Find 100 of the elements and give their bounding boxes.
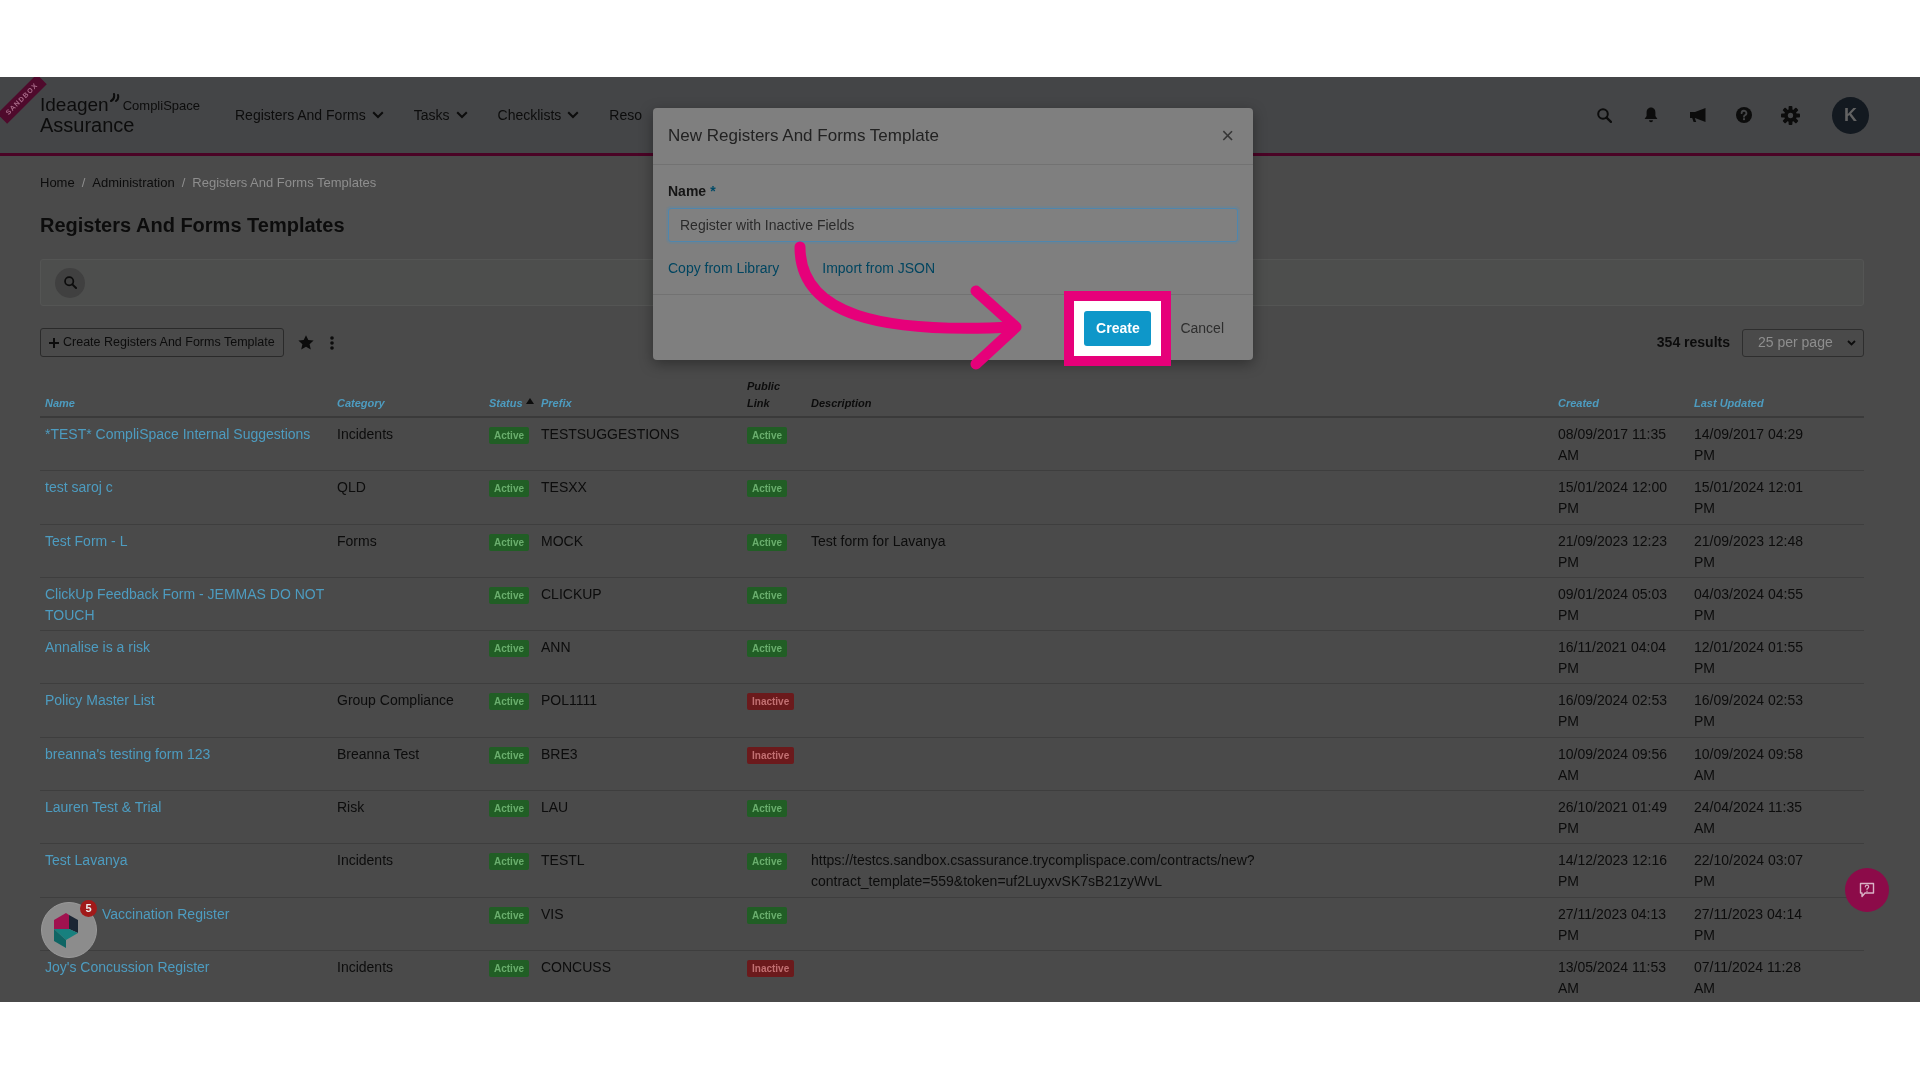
megaphone-icon[interactable] bbox=[1688, 107, 1707, 123]
close-button[interactable]: × bbox=[1221, 125, 1234, 147]
settings-icon[interactable] bbox=[1781, 105, 1801, 125]
status-badge: Active bbox=[489, 427, 529, 444]
template-name-link[interactable]: Vaccination Register bbox=[102, 903, 230, 925]
breadcrumb-link[interactable]: Home bbox=[40, 173, 75, 193]
created-date-text: 21/09/2023 12:23 PM bbox=[1558, 531, 1668, 572]
column-header[interactable]: Last Updated bbox=[1694, 395, 1764, 412]
template-name-link[interactable]: *TEST* CompliSpace Internal Suggestions bbox=[45, 424, 311, 445]
cancel-button[interactable]: Cancel bbox=[1180, 317, 1224, 339]
template-name-link[interactable]: Annalise is a risk bbox=[45, 637, 151, 659]
chevron-down-icon bbox=[1847, 339, 1856, 346]
help-widget-button[interactable] bbox=[41, 902, 97, 958]
status-badge: Active bbox=[489, 853, 529, 871]
created-date-text: 27/11/2023 04:13 PM bbox=[1558, 904, 1667, 945]
template-name-link[interactable]: Test Form - L bbox=[45, 530, 128, 552]
public-link-badge: Active bbox=[747, 853, 787, 871]
name-input[interactable]: Register with Inactive Fields bbox=[668, 208, 1238, 242]
template-name-link[interactable]: breanna's testing form 123 bbox=[45, 743, 211, 765]
dialog-title: New Registers And Forms Template bbox=[668, 125, 939, 147]
column-header[interactable]: Name bbox=[45, 395, 75, 412]
results-count: 354 results bbox=[1656, 333, 1730, 352]
logo-product-text: CompliSpace bbox=[122, 98, 200, 113]
column-header[interactable]: Prefix bbox=[541, 395, 572, 412]
breadcrumb-separator: / bbox=[81, 174, 86, 192]
template-name-link[interactable]: Lauren Test & Trial bbox=[45, 797, 162, 819]
status-badge: Active bbox=[489, 906, 529, 924]
status-badge: Active bbox=[489, 640, 529, 658]
public-link-badge: Active bbox=[747, 533, 787, 551]
prefix-text: POL1111 bbox=[541, 691, 598, 711]
description-text: Test form for Lavanya bbox=[811, 531, 946, 551]
search-icon bbox=[63, 276, 77, 289]
chat-question-icon bbox=[1859, 882, 1875, 898]
updated-date-text: 12/01/2024 01:55 PM bbox=[1694, 638, 1804, 679]
more-options-icon[interactable] bbox=[329, 335, 334, 350]
template-name-link[interactable]: Joy's Concussion Register bbox=[45, 956, 210, 978]
logo-mark-icon bbox=[109, 93, 120, 102]
updated-date-text: 24/04/2024 11:35 AM bbox=[1694, 798, 1803, 839]
nav-menu-item[interactable]: Reso bbox=[609, 105, 642, 125]
category-text: Group Compliance bbox=[337, 691, 454, 711]
search-button[interactable] bbox=[55, 267, 85, 298]
template-name-link[interactable]: ClickUp Feedback Form - JEMMAS DO NOT TOUCH bbox=[45, 583, 333, 626]
public-link-badge: Active bbox=[747, 480, 787, 498]
status-badge: Active bbox=[489, 693, 529, 711]
created-date-text: 26/10/2021 01:49 PM bbox=[1558, 798, 1668, 839]
chat-help-button[interactable] bbox=[1845, 868, 1889, 912]
public-link-badge: Active bbox=[747, 427, 787, 444]
category-text: QLD bbox=[337, 478, 366, 498]
copy-from-library-link[interactable]: Copy from Library bbox=[668, 258, 780, 278]
notification-count-badge: 5 bbox=[80, 900, 97, 917]
search-icon[interactable] bbox=[1597, 107, 1613, 123]
template-name-link[interactable]: Test Lavanya bbox=[45, 850, 128, 872]
category-text: Risk bbox=[337, 798, 365, 818]
user-avatar[interactable]: K bbox=[1832, 96, 1869, 134]
prefix-text: CLICKUP bbox=[541, 584, 602, 604]
category-text: Incidents bbox=[337, 425, 394, 444]
updated-date-text: 15/01/2024 12:01 PM bbox=[1694, 478, 1804, 519]
column-header[interactable]: Status bbox=[489, 395, 523, 412]
column-header: Public Link bbox=[747, 379, 781, 411]
created-date-text: 14/12/2023 12:16 PM bbox=[1558, 851, 1668, 892]
updated-date-text: 21/09/2023 12:48 PM bbox=[1694, 531, 1804, 572]
breadcrumb-current: Registers And Forms Templates bbox=[192, 174, 377, 192]
import-from-json-link[interactable]: Import from JSON bbox=[822, 258, 936, 278]
help-icon[interactable] bbox=[1736, 107, 1753, 123]
updated-date-text: 04/03/2024 04:55 PM bbox=[1694, 584, 1804, 625]
status-badge: Active bbox=[489, 480, 529, 498]
create-button[interactable]: Create bbox=[1084, 310, 1152, 346]
prefix-text: TESTSUGGESTIONS bbox=[541, 425, 680, 444]
per-page-select[interactable]: 25 per page bbox=[1742, 328, 1864, 357]
created-date-text: 13/05/2024 11:53 AM bbox=[1558, 957, 1667, 998]
status-badge: Active bbox=[489, 533, 529, 551]
prefix-text: LAU bbox=[541, 798, 569, 818]
updated-date-text: 16/09/2024 02:53 PM bbox=[1694, 691, 1804, 732]
category-text: Forms bbox=[337, 531, 377, 551]
template-name-link[interactable]: test saroj c bbox=[45, 477, 113, 499]
status-badge: Active bbox=[489, 959, 529, 977]
column-header[interactable]: Created bbox=[1558, 395, 1599, 412]
updated-date-text: 22/10/2024 03:07 PM bbox=[1694, 851, 1804, 892]
public-link-badge: Inactive bbox=[747, 959, 795, 977]
public-link-badge: Active bbox=[747, 586, 787, 604]
star-icon[interactable] bbox=[297, 335, 314, 350]
prefix-text: CONCUSS bbox=[541, 957, 611, 977]
breadcrumb-link[interactable]: Administration bbox=[92, 173, 175, 193]
nav-menu-item[interactable]: Checklists bbox=[497, 105, 580, 125]
column-header[interactable]: Category bbox=[337, 395, 385, 412]
nav-menu-item[interactable]: Registers And Forms bbox=[235, 105, 384, 125]
field-label: Name bbox=[668, 182, 707, 200]
updated-date-text: 27/11/2023 04:14 PM bbox=[1694, 904, 1803, 945]
public-link-badge: Active bbox=[747, 640, 787, 658]
public-link-badge: Active bbox=[747, 800, 787, 818]
template-name-link[interactable]: Policy Master List bbox=[45, 690, 155, 712]
category-text: Breanna Test bbox=[337, 744, 420, 764]
description-text: https://testcs.sandbox.csassurance.trycomplispace.com/contracts/new?contract_template=559&token=uf2LuyxvSK7sB21zyWvL bbox=[811, 851, 1256, 892]
category-text: Incidents bbox=[337, 851, 394, 871]
prefix-text: MOCK bbox=[541, 531, 583, 551]
status-badge: Active bbox=[489, 800, 529, 818]
create-template-button[interactable]: Create Registers And Forms Template bbox=[40, 328, 284, 357]
created-date-text: 16/11/2021 04:04 PM bbox=[1558, 638, 1667, 679]
bell-icon[interactable] bbox=[1644, 107, 1659, 123]
nav-menu-item[interactable]: Tasks bbox=[413, 105, 468, 125]
